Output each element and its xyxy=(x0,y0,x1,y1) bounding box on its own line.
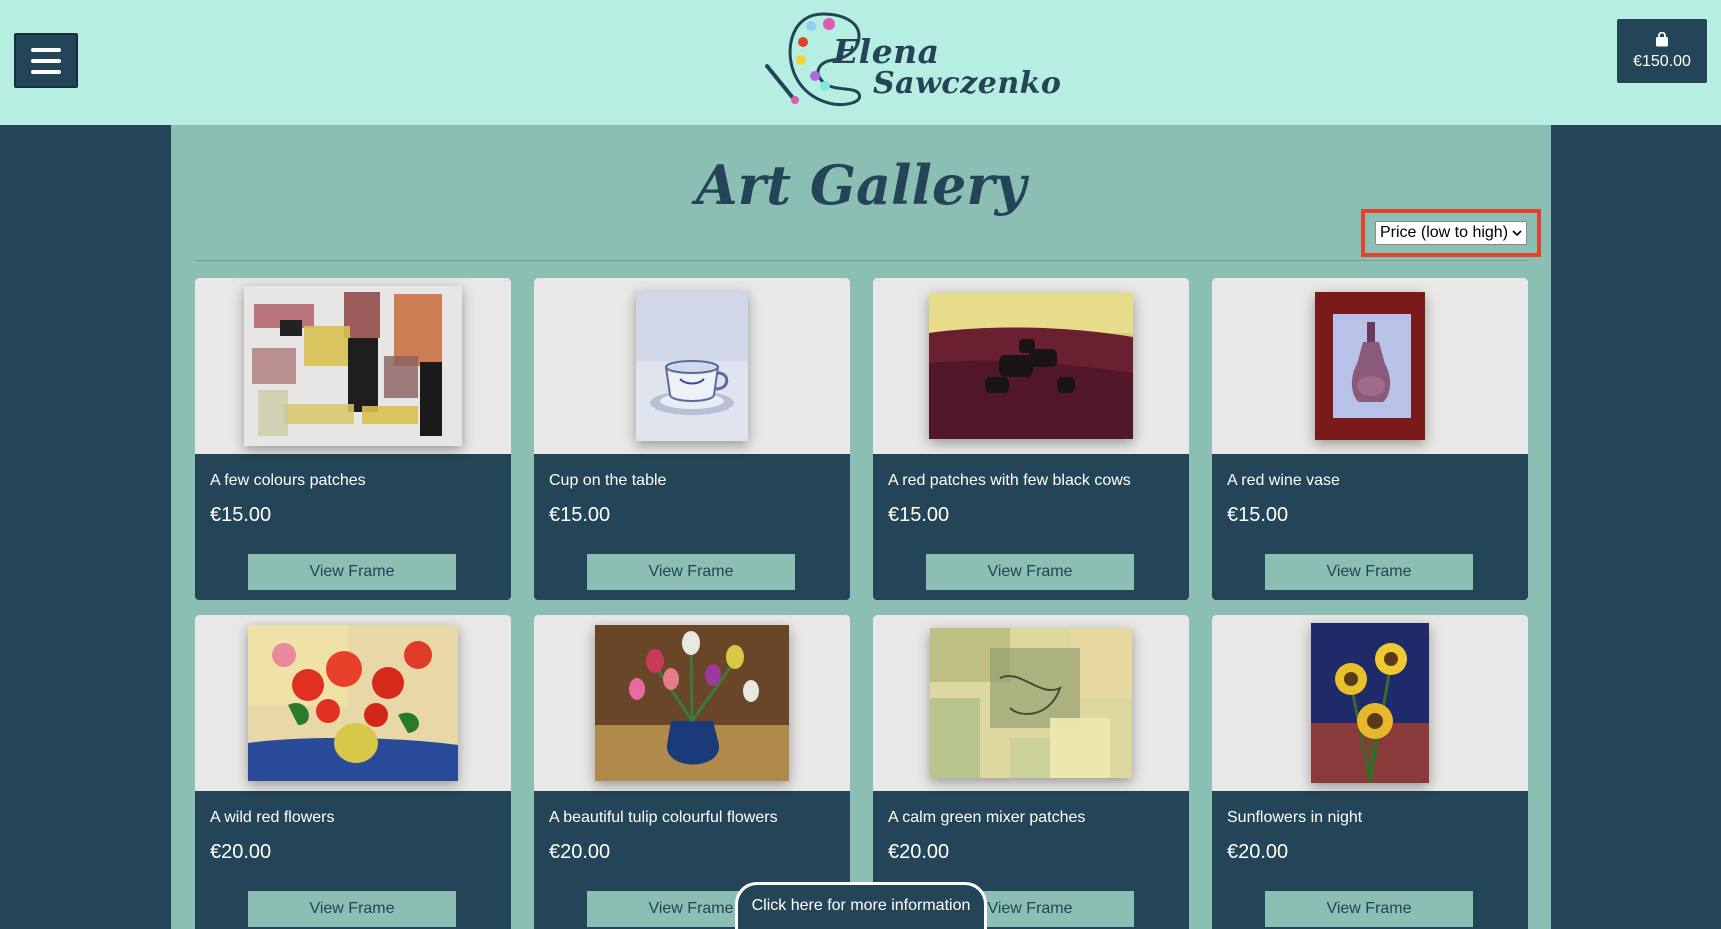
product-price: €20.00 xyxy=(549,841,611,863)
product-card: Cup on the table €15.00 View Frame xyxy=(534,278,850,600)
site-header: Elena Sawczenko €150.00 xyxy=(0,0,1721,125)
page-title: Art Gallery xyxy=(695,153,1027,217)
cart-total: €150.00 xyxy=(1633,52,1691,70)
product-title[interactable]: Sunflowers in night xyxy=(1227,809,1517,827)
product-price: €15.00 xyxy=(1227,504,1289,526)
product-price: €20.00 xyxy=(210,841,272,863)
artwork-image xyxy=(1315,292,1425,440)
product-card: A red wine vase €15.00 View Frame xyxy=(1212,278,1528,600)
site-logo[interactable]: Elena Sawczenko xyxy=(763,6,1061,114)
product-price: €20.00 xyxy=(1227,841,1289,863)
product-image-frame[interactable] xyxy=(534,615,850,791)
artwork-image xyxy=(1311,623,1429,783)
view-frame-button[interactable]: View Frame xyxy=(587,554,795,590)
product-image-frame[interactable] xyxy=(873,615,1189,791)
menu-button[interactable] xyxy=(14,33,78,88)
product-price: €20.00 xyxy=(888,841,950,863)
product-image-frame[interactable] xyxy=(1212,278,1528,454)
product-card: A red patches with few black cows €15.00… xyxy=(873,278,1189,600)
gallery-panel: Art Gallery Price (low to high) A few co… xyxy=(171,125,1551,929)
artwork-image xyxy=(636,291,748,441)
product-card: Sunflowers in night €20.00 View Frame xyxy=(1212,615,1528,929)
product-card: A wild red flowers €20.00 View Frame xyxy=(195,615,511,929)
product-image-frame[interactable] xyxy=(873,278,1189,454)
product-title[interactable]: A wild red flowers xyxy=(210,809,500,827)
product-price: €15.00 xyxy=(888,504,950,526)
view-frame-button[interactable]: View Frame xyxy=(1265,554,1473,590)
sort-highlight: Price (low to high) xyxy=(1361,209,1541,257)
artwork-image xyxy=(595,625,789,781)
artwork-image xyxy=(929,293,1133,439)
view-frame-button[interactable]: View Frame xyxy=(248,554,456,590)
product-title[interactable]: A beautiful tulip colourful flowers xyxy=(549,809,839,827)
artwork-image xyxy=(244,286,462,446)
artwork-image xyxy=(930,628,1132,778)
artwork-image xyxy=(248,625,458,781)
product-title[interactable]: A calm green mixer patches xyxy=(888,809,1178,827)
product-price: €15.00 xyxy=(549,504,611,526)
view-frame-button[interactable]: View Frame xyxy=(1265,891,1473,927)
more-information-button[interactable]: Click here for more information xyxy=(735,882,987,929)
product-title[interactable]: A red wine vase xyxy=(1227,472,1517,490)
product-title[interactable]: A red patches with few black cows xyxy=(888,472,1178,490)
chevron-down-icon xyxy=(1512,230,1522,237)
product-image-frame[interactable] xyxy=(195,615,511,791)
sort-selected-value: Price (low to high) xyxy=(1379,224,1509,241)
product-card: A few colours patches €15.00 View Frame xyxy=(195,278,511,600)
shopping-bag-icon xyxy=(1656,31,1668,46)
product-image-frame[interactable] xyxy=(195,278,511,454)
logo-last-name: Sawczenko xyxy=(873,66,1062,101)
product-image-frame[interactable] xyxy=(1212,615,1528,791)
view-frame-button[interactable]: View Frame xyxy=(926,554,1134,590)
product-title[interactable]: Cup on the table xyxy=(549,472,839,490)
product-price: €15.00 xyxy=(210,504,272,526)
product-image-frame[interactable] xyxy=(534,278,850,454)
view-frame-button[interactable]: View Frame xyxy=(248,891,456,927)
product-title[interactable]: A few colours patches xyxy=(210,472,500,490)
hamburger-icon xyxy=(31,47,61,52)
title-divider xyxy=(195,260,1529,261)
cart-button[interactable]: €150.00 xyxy=(1617,19,1707,83)
sort-select[interactable]: Price (low to high) xyxy=(1374,221,1528,245)
